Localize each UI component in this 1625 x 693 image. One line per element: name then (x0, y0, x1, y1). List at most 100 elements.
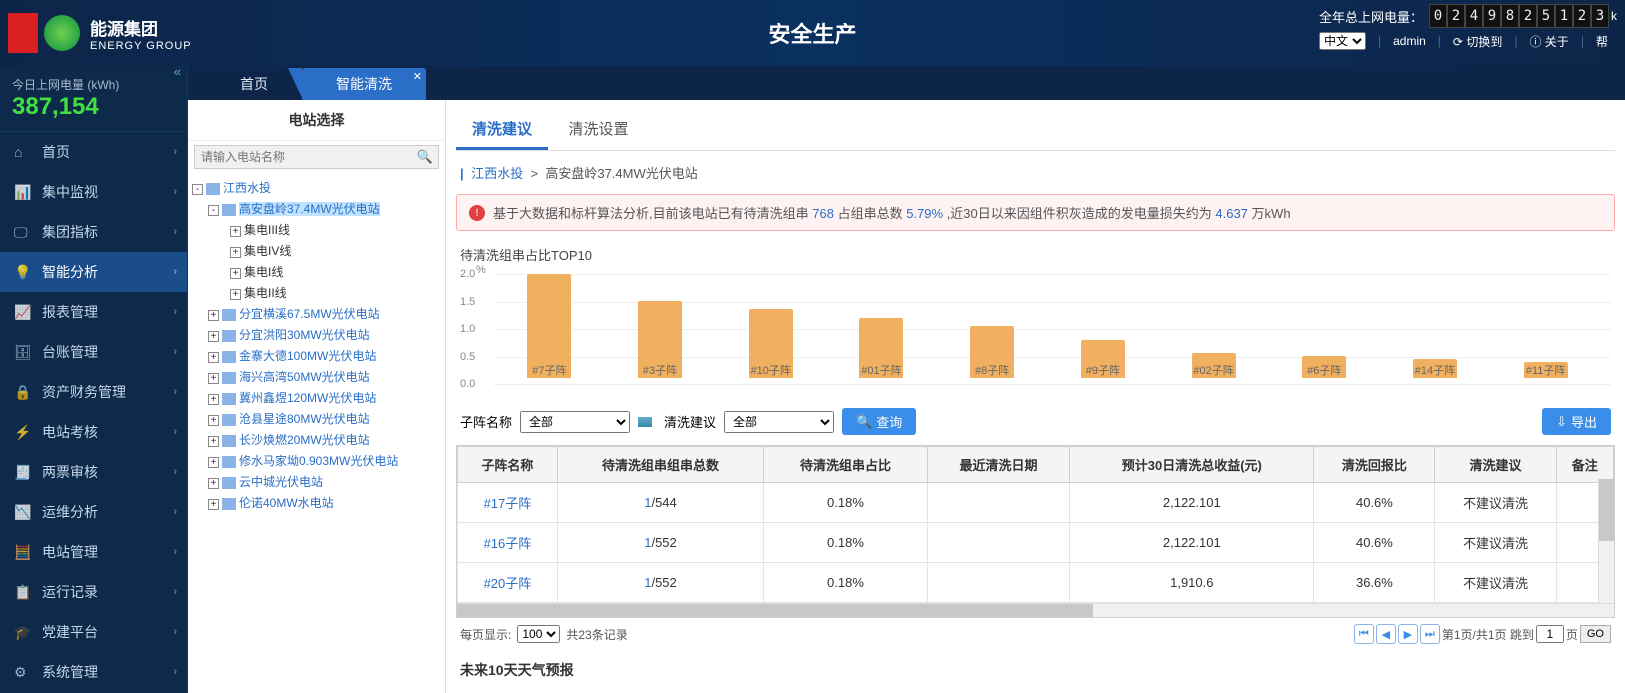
menu-item[interactable]: 🗄台账管理› (0, 332, 187, 372)
tree-toggle[interactable]: + (208, 457, 219, 468)
menu-icon: ⌂ (14, 144, 32, 160)
menu-label: 两票审核 (42, 462, 98, 482)
lang-select[interactable]: 中文 (1319, 32, 1366, 50)
menu-item[interactable]: 📈报表管理› (0, 292, 187, 332)
subtab-settings[interactable]: 清洗设置 (552, 110, 644, 147)
tree-station[interactable]: 金寨大德100MW光伏电站 (239, 349, 376, 363)
menu-item[interactable]: ⚡电站考核› (0, 412, 187, 452)
tree-toggle[interactable]: + (208, 310, 219, 321)
menu-item[interactable]: ⌂ 首页 › (0, 132, 187, 172)
bar-label: #02子阵 (1193, 362, 1233, 378)
query-button[interactable]: 🔍查询 (842, 408, 916, 435)
tree-station[interactable]: 修水马家坳0.903MW光伏电站 (239, 454, 398, 468)
tree-station[interactable]: 长沙焕燃20MW光伏电站 (239, 433, 370, 447)
horizontal-scrollbar[interactable] (457, 603, 1614, 617)
menu-item[interactable]: 💡智能分析› (0, 252, 187, 292)
y-tick: 2.0 (460, 268, 475, 280)
search-icon[interactable]: 🔍 (417, 149, 433, 165)
chevron-right-icon: › (173, 386, 177, 398)
array-select[interactable]: 全部 (520, 411, 630, 433)
tree-toggle[interactable]: + (208, 331, 219, 342)
result-table-wrap: 子阵名称待清洗组串组串总数待清洗组串占比最近清洗日期预计30日清洗总收益(元)清… (456, 445, 1615, 618)
logo-badge (8, 13, 38, 53)
menu-item[interactable]: 🧾两票审核› (0, 452, 187, 492)
tree-leaf[interactable]: 集电III线 (244, 223, 290, 237)
result-table: 子阵名称待清洗组串组串总数待清洗组串占比最近清洗日期预计30日清洗总收益(元)清… (457, 446, 1614, 603)
tree-toggle[interactable]: + (208, 394, 219, 405)
station-icon (222, 330, 236, 342)
switch-link[interactable]: ⟳ 切换到 (1453, 33, 1502, 50)
main-menu: ⌂ 首页 › 📊集中监视›🖵集团指标›💡智能分析›📈报表管理›🗄台账管理›🔒资产财务管… (0, 132, 187, 692)
prev-page-button[interactable]: ◀ (1376, 624, 1396, 644)
go-button[interactable]: GO (1580, 625, 1611, 643)
menu-item[interactable]: 🧮电站管理› (0, 532, 187, 572)
crumb-root[interactable]: 江西水投 (471, 166, 523, 181)
chevron-right-icon: › (173, 146, 177, 158)
tree-toggle[interactable]: + (208, 373, 219, 384)
help-link[interactable]: 帮 (1596, 33, 1608, 50)
tree-leaf[interactable]: 集电II线 (244, 286, 287, 300)
tree-toggle[interactable]: - (208, 205, 219, 216)
about-link[interactable]: ⓘ 关于 (1529, 33, 1568, 50)
tree-toggle[interactable]: - (192, 184, 203, 195)
top10-bar-chart: % 0.00.51.01.52.0#7子阵#3子阵#10子阵#01子阵#8子阵#… (460, 268, 1611, 398)
tree-search-input[interactable] (194, 145, 439, 169)
next-page-button[interactable]: ▶ (1398, 624, 1418, 644)
tree-station[interactable]: 分宜洪阳30MW光伏电站 (239, 328, 370, 342)
tree-root[interactable]: 江西水投 (223, 181, 271, 195)
tree-toggle[interactable]: + (230, 247, 241, 258)
vertical-scrollbar[interactable] (1598, 479, 1614, 603)
array-name-cell[interactable]: #16子阵 (458, 523, 558, 563)
collapse-sidebar-icon[interactable]: « (174, 64, 181, 79)
today-label: 今日上网电量 (kWh) (12, 76, 175, 93)
bar-label: #9子阵 (1086, 362, 1120, 378)
first-page-button[interactable]: ⏮ (1354, 624, 1374, 644)
station-tree[interactable]: -江西水投-高安盘岭37.4MW光伏电站+集电III线+集电IV线+集电I线+集… (188, 173, 445, 693)
tree-station[interactable]: 冀州鑫煜120MW光伏电站 (239, 391, 376, 405)
tree-leaf[interactable]: 集电I线 (244, 265, 283, 279)
menu-label: 运行记录 (42, 582, 98, 602)
suggest-select[interactable]: 全部 (724, 411, 834, 433)
tree-selected[interactable]: 高安盘岭37.4MW光伏电站 (239, 202, 380, 216)
page-jump-input[interactable] (1536, 625, 1564, 643)
menu-item[interactable]: 📋运行记录› (0, 572, 187, 612)
tree-toggle[interactable]: + (208, 352, 219, 363)
menu-item[interactable]: 🖵集团指标› (0, 212, 187, 252)
tree-toggle[interactable]: + (208, 499, 219, 510)
year-counter: 全年总上网电量： 0249825123 k (1319, 4, 1617, 28)
tree-station[interactable]: 分宜横溪67.5MW光伏电站 (239, 307, 380, 321)
crumb-leaf: 高安盘岭37.4MW光伏电站 (545, 166, 697, 181)
tree-toggle[interactable]: + (208, 478, 219, 489)
subtab-suggest[interactable]: 清洗建议 (456, 110, 548, 150)
menu-label: 首页 (42, 142, 70, 162)
menu-item[interactable]: 📊集中监视› (0, 172, 187, 212)
today-box: « 今日上网电量 (kWh) 387,154 (0, 66, 187, 132)
menu-item[interactable]: 📉运维分析› (0, 492, 187, 532)
station-icon (206, 183, 220, 195)
refresh-icon: ⟳ (1453, 35, 1466, 49)
array-name-cell[interactable]: #17子阵 (458, 483, 558, 523)
menu-item[interactable]: 🔒资产财务管理› (0, 372, 187, 412)
tree-station[interactable]: 伦诺40MW水电站 (239, 496, 334, 510)
tree-station[interactable]: 海兴高湾50MW光伏电站 (239, 370, 370, 384)
tree-toggle[interactable]: + (230, 268, 241, 279)
station-tree-panel: 电站选择 🔍 -江西水投-高安盘岭37.4MW光伏电站+集电III线+集电IV线… (188, 100, 446, 693)
menu-item[interactable]: 🎓党建平台› (0, 612, 187, 652)
export-button[interactable]: ⇩导出 (1542, 408, 1611, 435)
user-name[interactable]: admin (1393, 34, 1426, 48)
tree-station[interactable]: 沧县星途80MW光伏电站 (239, 412, 370, 426)
last-page-button[interactable]: ⏭ (1420, 624, 1440, 644)
tree-toggle[interactable]: + (230, 226, 241, 237)
tree-leaf[interactable]: 集电IV线 (244, 244, 291, 258)
tree-toggle[interactable]: + (208, 415, 219, 426)
tree-toggle[interactable]: + (230, 289, 241, 300)
tree-station[interactable]: 云中城光伏电站 (239, 475, 323, 489)
menu-item[interactable]: ⚙系统管理› (0, 652, 187, 692)
array-name-cell[interactable]: #20子阵 (458, 563, 558, 603)
close-icon[interactable]: ✕ (413, 70, 422, 83)
menu-icon: 🧾 (14, 464, 32, 481)
tree-toggle[interactable]: + (208, 436, 219, 447)
main-area: 首页 智能清洗✕ 电站选择 🔍 -江西水投-高安盘岭37.4MW光伏电站+集电I… (188, 66, 1625, 693)
tab-smart-clean[interactable]: 智能清洗✕ (302, 68, 426, 100)
page-size-select[interactable]: 100 (517, 625, 560, 643)
